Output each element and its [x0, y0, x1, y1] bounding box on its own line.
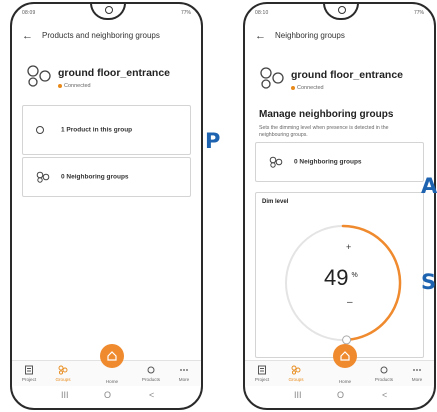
products-card[interactable]: 1 Product in this group [22, 105, 191, 155]
tab-groups-label: Groups [288, 377, 304, 382]
section-title: Manage neighboring groups [259, 109, 394, 120]
annotation-marker-a: A [421, 174, 437, 198]
decrease-button[interactable]: – [347, 297, 353, 308]
tab-groups-label: Groups [55, 377, 71, 382]
tab-products-label: Products [374, 377, 394, 382]
connection-status-label: Connected [64, 83, 91, 89]
tab-products[interactable]: Products [369, 365, 399, 382]
project-icon [25, 365, 33, 375]
group-header: ground floor_entrance Connected [257, 64, 426, 104]
home-icon [107, 351, 117, 361]
status-time: 08:09 [22, 10, 36, 16]
annotation-marker-s: S [421, 270, 437, 294]
page-title: Products and neighboring groups [42, 31, 160, 40]
group-icon [27, 65, 51, 87]
status-dot-icon [291, 85, 295, 90]
neighboring-groups-label: 0 Neighboring groups [294, 158, 362, 166]
tab-more[interactable]: More [402, 365, 432, 382]
status-time: 08:10 [255, 10, 269, 16]
tab-products-label: Products [141, 377, 161, 382]
system-nav-bar: III O < [245, 386, 434, 408]
status-bar: 08:09 77% [22, 10, 191, 20]
tab-project-label: Project [21, 377, 37, 382]
project-icon [258, 365, 266, 375]
group-name: ground floor_entrance [58, 67, 171, 79]
tab-project[interactable]: Project [14, 365, 44, 382]
system-home-button[interactable]: O [104, 390, 111, 400]
neighboring-groups-card[interactable]: 0 Neighboring groups [22, 157, 191, 197]
system-back-button[interactable]: < [149, 390, 154, 400]
tab-products[interactable]: Products [136, 365, 166, 382]
neighboring-groups-card[interactable]: 0 Neighboring groups [255, 142, 424, 182]
dim-level-card: Dim level + 49% – [255, 192, 424, 358]
group-icon [260, 67, 284, 89]
groups-icon [291, 365, 301, 375]
status-dot-icon [58, 83, 62, 88]
tab-more-label: More [178, 377, 190, 382]
tab-groups[interactable]: Groups [281, 365, 311, 382]
group-header: ground floor_entrance Connected [24, 62, 193, 102]
page-header: ← Neighboring groups [255, 29, 426, 45]
system-home-button[interactable]: O [337, 390, 344, 400]
recents-button[interactable]: III [294, 390, 302, 400]
tab-home[interactable]: Home [330, 377, 360, 384]
dim-level-value: 49% [324, 265, 358, 291]
group-name: ground floor_entrance [291, 69, 404, 81]
dial-knob [342, 335, 352, 345]
tab-more-label: More [411, 377, 423, 382]
connection-status: Connected [58, 83, 91, 89]
neighboring-groups-label: 0 Neighboring groups [61, 173, 129, 181]
tab-groups[interactable]: Groups [48, 365, 78, 382]
dim-level-number: 49 [324, 265, 349, 290]
neighbor-groups-icon [36, 171, 50, 183]
neighbor-groups-icon [269, 156, 283, 168]
connection-status-label: Connected [297, 85, 324, 91]
products-icon [380, 366, 388, 374]
increase-button[interactable]: + [346, 242, 351, 252]
tab-home-label: Home [105, 379, 119, 384]
home-button[interactable] [100, 344, 124, 368]
back-arrow-icon[interactable]: ← [22, 29, 33, 43]
groups-icon [58, 365, 68, 375]
more-icon [413, 369, 421, 371]
home-button[interactable] [333, 344, 357, 368]
tab-project-label: Project [254, 377, 270, 382]
dim-level-title: Dim level [262, 199, 289, 205]
status-bar: 08:10 77% [255, 10, 424, 20]
phone-screen-neighboring: 08:10 77% ← Neighboring groups ground fl… [243, 2, 436, 410]
system-nav-bar: III O < [12, 386, 201, 408]
dim-level-unit: % [351, 271, 358, 279]
tab-more[interactable]: More [169, 365, 199, 382]
connection-status: Connected [291, 85, 324, 91]
more-icon [180, 369, 188, 371]
battery-level: 77% [180, 10, 191, 16]
system-back-button[interactable]: < [382, 390, 387, 400]
phone-screen-products: 08:09 77% ← Products and neighboring gro… [10, 2, 203, 410]
page-header: ← Products and neighboring groups [22, 29, 193, 45]
battery-level: 77% [413, 10, 424, 16]
tab-project[interactable]: Project [247, 365, 277, 382]
bulb-icon [36, 126, 44, 134]
products-card-label: 1 Product in this group [61, 126, 133, 134]
section-description: Sets the dimming level when presence is … [259, 125, 389, 138]
tab-home-label: Home [338, 379, 352, 384]
annotation-marker-p: P [205, 129, 221, 153]
page-title: Neighboring groups [275, 31, 345, 40]
tab-home[interactable]: Home [97, 377, 127, 384]
recents-button[interactable]: III [61, 390, 69, 400]
home-icon [340, 351, 350, 361]
back-arrow-icon[interactable]: ← [255, 29, 266, 43]
products-icon [147, 366, 155, 374]
